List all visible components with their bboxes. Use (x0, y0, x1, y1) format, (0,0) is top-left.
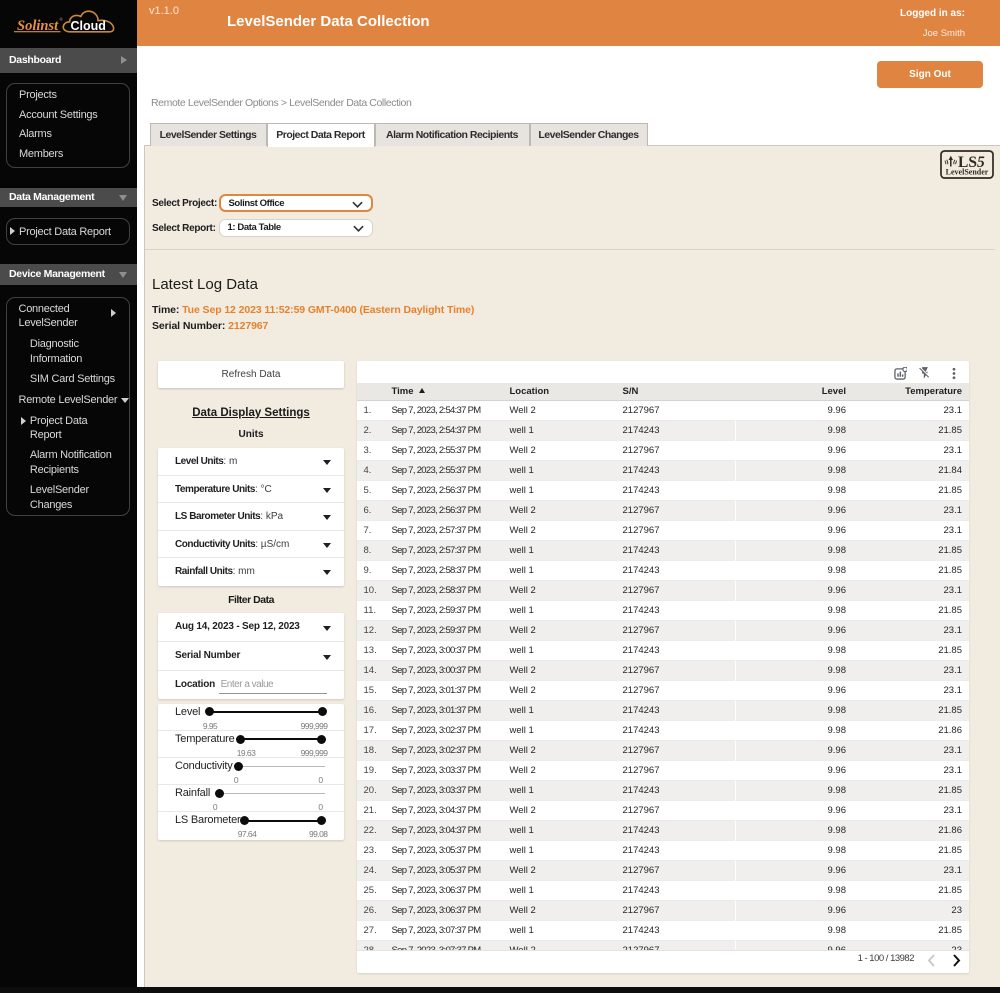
svg-text:LevelSender: LevelSender (946, 168, 989, 177)
svg-text:Cloud: Cloud (71, 19, 106, 33)
svg-text:®: ® (60, 16, 64, 22)
